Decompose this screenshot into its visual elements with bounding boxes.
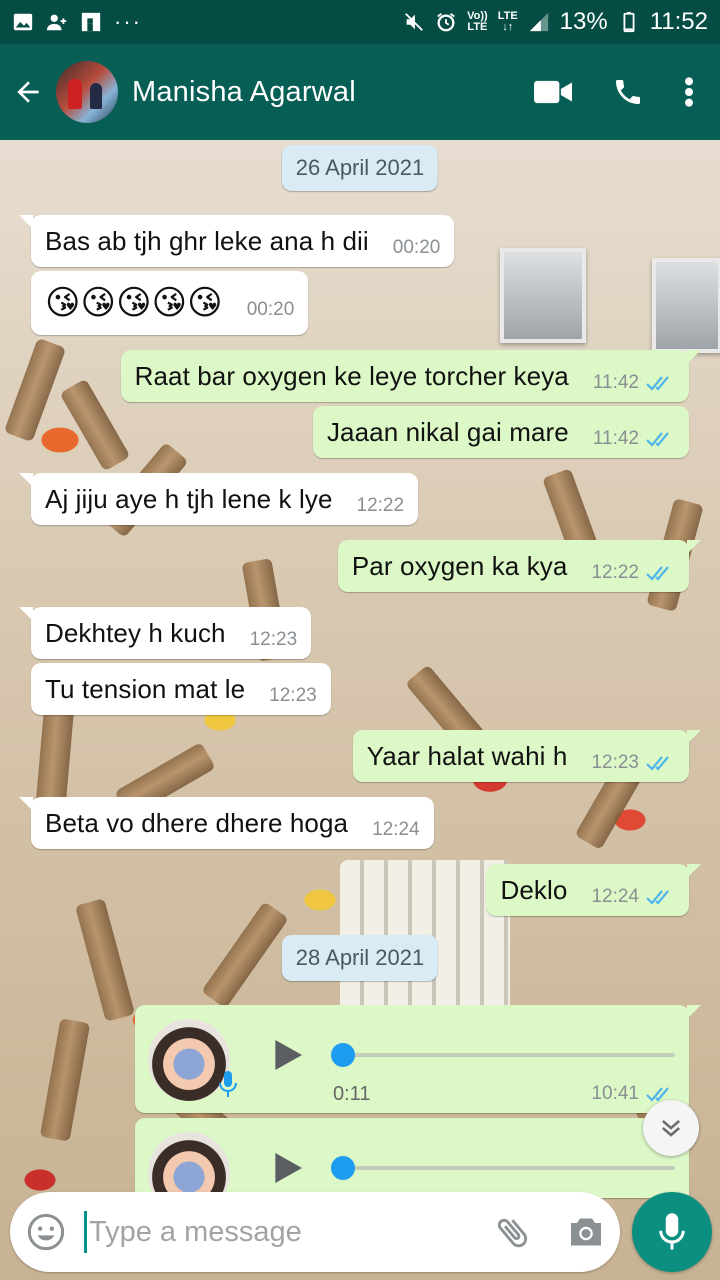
message-time: 12:22 xyxy=(591,562,675,584)
double-chevron-down-icon xyxy=(661,1120,681,1137)
read-ticks-icon xyxy=(646,890,669,905)
message-time: 00:20 xyxy=(246,299,295,320)
lte-indicator: LTE ↓↑ xyxy=(497,10,518,33)
message-text: Beta vo dhere dhere hoga xyxy=(45,807,349,838)
alarm-icon xyxy=(437,13,455,32)
status-right-icons: Vo)) LTE LTE ↓↑ 13% 11:52 xyxy=(403,8,708,36)
text-cursor xyxy=(84,1211,87,1253)
volte-indicator: Vo)) LTE xyxy=(467,10,488,33)
voice-progress-knob[interactable] xyxy=(331,1156,355,1180)
voice-call-icon[interactable] xyxy=(612,76,644,108)
sender-avatar xyxy=(148,1132,230,1198)
message-time: 11:42 xyxy=(593,428,675,450)
more-notifications-icon: ··· xyxy=(114,9,142,34)
clock: 11:52 xyxy=(649,8,708,35)
contact-avatar[interactable] xyxy=(56,61,118,123)
mic-badge-icon xyxy=(219,1071,237,1097)
play-icon[interactable] xyxy=(267,1148,307,1188)
camera-icon[interactable] xyxy=(568,1215,604,1249)
message-time: 12:22 xyxy=(356,495,405,516)
voice-message[interactable]: 0:11 10:41 xyxy=(135,1005,701,1113)
gallery-notification-icon xyxy=(13,13,33,31)
read-ticks-icon xyxy=(646,376,669,391)
message-text: Bas ab tjh ghr leke ana h dii xyxy=(45,225,369,256)
mute-icon xyxy=(405,13,424,31)
more-options-icon[interactable] xyxy=(684,76,694,108)
outgoing-message[interactable]: Raat bar oxygen ke leye torcher keya 11:… xyxy=(120,350,702,402)
signal-icon xyxy=(529,12,548,32)
message-text: Yaar halat wahi h xyxy=(366,740,568,771)
message-text: Dekhtey h kuch xyxy=(45,617,226,648)
message-text: Raat bar oxygen ke leye torcher keya xyxy=(134,360,569,391)
outgoing-message[interactable]: Deklo 12:24 xyxy=(486,864,701,916)
voice-duration: 0:11 xyxy=(333,1083,371,1105)
voice-progress-track[interactable] xyxy=(345,1053,675,1057)
add-contact-notification-icon xyxy=(46,14,67,31)
voice-progress-track[interactable] xyxy=(345,1166,675,1170)
incoming-message[interactable]: Dekhtey h kuch 12:23 xyxy=(18,607,312,659)
incoming-message[interactable]: Aj jiju aye h tjh lene k lye 12:22 xyxy=(18,473,419,525)
incoming-message[interactable]: 😘😘😘😘😘 00:20 xyxy=(31,271,309,335)
message-time: 00:20 xyxy=(392,237,441,258)
message-composer xyxy=(10,1192,620,1272)
incoming-message[interactable]: Beta vo dhere dhere hoga 12:24 xyxy=(19,797,434,849)
message-time: 12:23 xyxy=(249,629,298,650)
contact-name[interactable]: Manisha Agarwal xyxy=(132,76,356,109)
voice-message[interactable] xyxy=(135,1118,689,1198)
emoji-icon[interactable] xyxy=(26,1212,66,1252)
status-left-icons: ··· xyxy=(12,9,142,35)
header-actions xyxy=(534,76,720,108)
outgoing-message[interactable]: Yaar halat wahi h 12:23 xyxy=(352,730,702,782)
message-list[interactable]: 26 April 2021 Bas ab tjh ghr leke ana h … xyxy=(0,140,720,1198)
message-text: Par oxygen ka kya xyxy=(351,550,568,581)
incoming-message[interactable]: Bas ab tjh ghr leke ana h dii 00:20 xyxy=(18,215,455,267)
message-text: Aj jiju aye h tjh lene k lye xyxy=(45,483,333,514)
incoming-message[interactable]: Tu tension mat le 12:23 xyxy=(31,663,331,715)
outgoing-message[interactable]: Par oxygen ka kya 12:22 xyxy=(337,540,702,592)
read-ticks-icon xyxy=(646,432,669,447)
flipboard-notification-icon xyxy=(81,12,101,32)
message-text: Tu tension mat le xyxy=(45,673,246,704)
video-call-icon[interactable] xyxy=(534,77,572,107)
message-time: 12:24 xyxy=(372,819,420,840)
message-input[interactable] xyxy=(89,1215,469,1249)
message-time: 12:24 xyxy=(591,886,675,908)
scroll-to-bottom-button[interactable] xyxy=(643,1100,699,1156)
battery-icon xyxy=(623,11,635,33)
play-icon[interactable] xyxy=(267,1035,307,1075)
back-arrow-icon xyxy=(17,81,39,103)
date-separator: 26 April 2021 xyxy=(281,145,439,191)
message-time: 11:42 xyxy=(593,372,675,394)
read-ticks-icon xyxy=(646,756,669,771)
battery-percent: 13% xyxy=(559,8,608,35)
message-emoji: 😘😘😘😘😘 xyxy=(45,284,223,322)
record-voice-button[interactable] xyxy=(632,1192,712,1272)
voice-progress-knob[interactable] xyxy=(331,1043,355,1067)
message-time: 12:23 xyxy=(591,752,675,774)
message-text: Deklo xyxy=(500,874,568,905)
chat-header: Manisha Agarwal xyxy=(0,44,720,140)
mic-icon xyxy=(659,1213,685,1250)
status-bar: ··· Vo)) LTE LTE ↓↑ 13% 11:52 xyxy=(0,0,720,44)
attach-icon[interactable] xyxy=(494,1213,532,1251)
message-time: 12:23 xyxy=(269,685,317,706)
date-separator: 28 April 2021 xyxy=(281,935,439,981)
message-text: Jaaan nikal gai mare xyxy=(326,416,569,447)
back-button[interactable] xyxy=(0,44,56,140)
read-ticks-icon xyxy=(646,566,669,581)
outgoing-message[interactable]: Jaaan nikal gai mare 11:42 xyxy=(312,406,689,458)
